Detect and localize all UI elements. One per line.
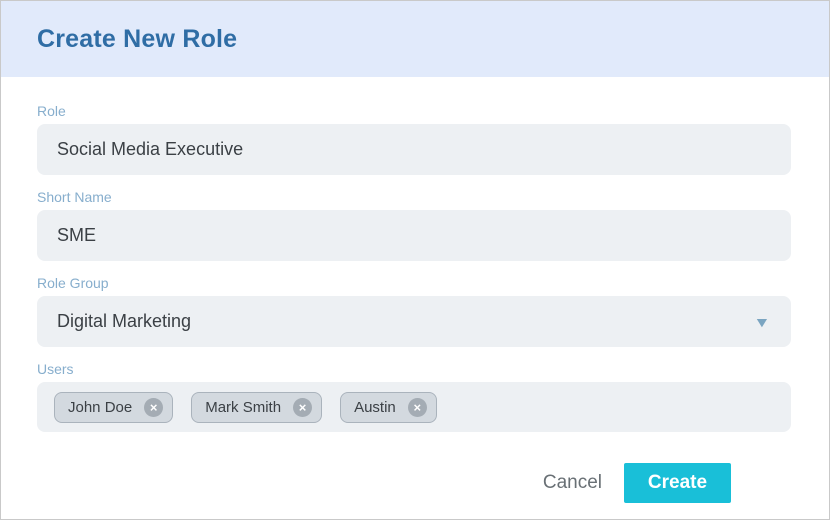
modal-header: Create New Role — [1, 1, 829, 77]
role-group-selected-value: Digital Marketing — [57, 311, 192, 331]
create-button[interactable]: Create — [624, 463, 731, 503]
chevron-down-icon: ▼ — [753, 313, 771, 330]
create-role-modal: Create New Role Role Short Name Role Gro… — [1, 1, 829, 519]
modal-title: Create New Role — [37, 24, 238, 53]
user-tag: Mark Smith × — [191, 391, 323, 423]
role-input[interactable] — [37, 124, 791, 175]
remove-tag-icon[interactable]: × — [293, 397, 313, 417]
user-tag: John Doe × — [54, 391, 174, 423]
users-label: Users — [37, 361, 74, 377]
short-name-input[interactable] — [37, 210, 791, 261]
cancel-button[interactable]: Cancel — [543, 466, 602, 500]
users-tags-input[interactable]: John Doe × Mark Smith × Austin × — [37, 382, 791, 432]
role-label: Role — [37, 103, 66, 119]
role-group-field-group: Role Group Digital Marketing ▼ — [37, 275, 791, 347]
role-field-group: Role — [37, 103, 791, 175]
role-group-select[interactable]: Digital Marketing ▼ — [37, 296, 791, 347]
modal-body: Role Short Name Role Group Digital Marke… — [1, 77, 829, 503]
remove-tag-icon[interactable]: × — [407, 397, 427, 417]
users-field-group: Users John Doe × Mark Smith × Austin × — [37, 361, 791, 432]
user-tag: Austin × — [340, 391, 437, 423]
short-name-field-group: Short Name — [37, 189, 791, 261]
short-name-label: Short Name — [37, 189, 112, 205]
user-tag-label: Mark Smith — [205, 398, 282, 416]
role-group-label: Role Group — [37, 275, 109, 291]
modal-footer: Cancel Create — [37, 463, 791, 503]
remove-tag-icon[interactable]: × — [144, 397, 164, 417]
user-tag-label: John Doe — [68, 398, 133, 416]
user-tag-label: Austin — [354, 398, 396, 416]
